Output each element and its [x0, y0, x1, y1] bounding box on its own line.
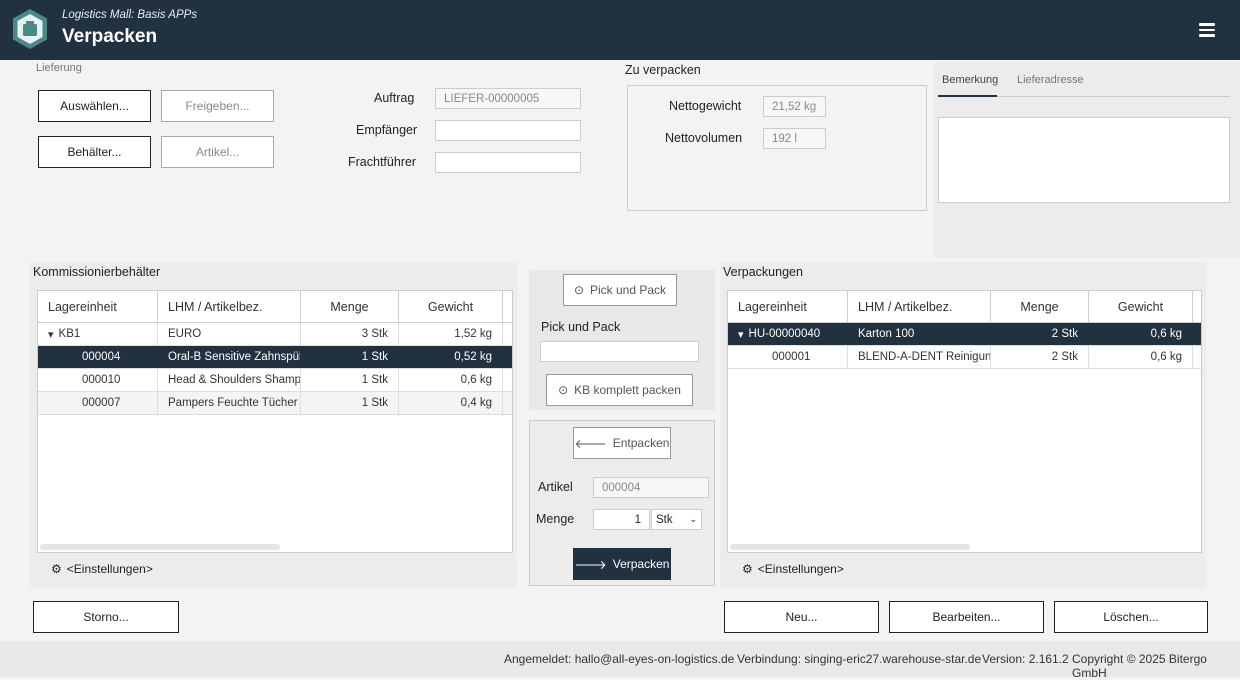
version-info: Version: 2.161.2 — [982, 652, 1069, 666]
bearbeiten-button[interactable]: Bearbeiten... — [889, 601, 1044, 633]
column-header[interactable]: Lagereinheit — [728, 291, 848, 322]
entpacken-button[interactable]: 🡐 Entpacken — [573, 427, 671, 459]
frachtfuehrer-label: Frachtführer — [348, 155, 417, 169]
auftrag-label: Auftrag — [374, 91, 415, 105]
settings-link[interactable]: ⚙ <Einstellungen> — [51, 562, 153, 576]
bemerkung-textarea[interactable] — [938, 117, 1230, 203]
table-row[interactable]: 000010 Head & Shoulders Shampoo 1 Stk 0,… — [38, 369, 512, 392]
table-row[interactable]: ▾ KB1 EURO 3 Stk 1,52 kg — [38, 323, 512, 346]
auswaehlen-button[interactable]: Auswählen... — [38, 90, 151, 122]
behaelter-button[interactable]: Behälter... — [38, 136, 151, 168]
nettovolumen-label: Nettovolumen — [665, 131, 743, 145]
settings-link[interactable]: ⚙ <Einstellungen> — [742, 562, 844, 576]
artikel-button[interactable]: Artikel... — [161, 136, 274, 168]
storno-button[interactable]: Storno... — [33, 601, 179, 633]
circle-arrow-icon: ⊙ — [573, 283, 584, 297]
active-tab-indicator — [938, 95, 997, 97]
column-header[interactable]: Gewicht — [1089, 291, 1193, 322]
kommissionierbehaelter-table: Lagereinheit LHM / Artikelbez. Menge Gew… — [37, 290, 513, 553]
nettogewicht-field: 21,52 kg — [763, 96, 826, 117]
empfaenger-label: Empfänger — [356, 123, 418, 137]
tab-divider — [997, 96, 1230, 97]
horizontal-scrollbar[interactable] — [40, 544, 280, 550]
arrow-left-icon: 🡐 — [574, 436, 607, 451]
circle-arrow-icon: ⊙ — [558, 383, 569, 397]
kommissionierbehaelter-label: Kommissionierbehälter — [33, 265, 161, 279]
chevron-down-icon: ⌄ — [689, 514, 697, 524]
connection-info: Verbindung: singing-eric27.warehouse-sta… — [737, 652, 982, 666]
kb-komplett-packen-button[interactable]: ⊙ KB komplett packen — [546, 374, 693, 406]
expand-triangle-icon[interactable]: ▾ — [738, 328, 744, 341]
column-header[interactable]: LHM / Artikelbez. — [848, 291, 991, 322]
column-header[interactable]: Menge — [301, 291, 399, 322]
column-header[interactable]: Menge — [991, 291, 1089, 322]
arrow-right-icon: 🡒 — [574, 557, 607, 572]
tab-lieferadresse[interactable]: Lieferadresse — [1017, 74, 1084, 86]
page-title: Verpacken — [62, 26, 158, 47]
auftrag-field[interactable]: LIEFER-00000005 — [435, 88, 581, 109]
verpackungen-label: Verpackungen — [723, 265, 803, 279]
verpacken-button[interactable]: 🡒 Verpacken — [573, 548, 671, 580]
lieferung-label: Lieferung — [36, 62, 82, 74]
freigeben-button[interactable]: Freigeben... — [161, 90, 274, 122]
expand-triangle-icon[interactable]: ▾ — [48, 328, 54, 341]
nettovolumen-field: 192 l — [763, 128, 826, 149]
verpackungen-table: Lagereinheit LHM / Artikelbez. Menge Gew… — [727, 290, 1202, 553]
artikel-field: 000004 — [593, 477, 709, 498]
table-row[interactable]: 000001 BLEND-A-DENT Reinigungstabletten … — [728, 346, 1201, 369]
tab-bemerkung[interactable]: Bemerkung — [942, 74, 998, 86]
column-header[interactable]: Gewicht — [399, 291, 503, 322]
unit-select[interactable]: Stk ⌄ — [651, 509, 702, 530]
nettogewicht-label: Nettogewicht — [669, 99, 742, 113]
table-row[interactable]: 000004 Oral-B Sensitive Zahnspülung 1 St… — [38, 346, 512, 369]
top-bar: Logistics Mall: Basis APPs Verpacken — [0, 0, 1240, 60]
app-logo-icon — [12, 8, 48, 50]
horizontal-scrollbar[interactable] — [730, 544, 970, 550]
logged-in-user: Angemeldet: hallo@all-eyes-on-logistics.… — [504, 652, 735, 666]
pick-und-pack-label: Pick und Pack — [541, 320, 621, 334]
copyright: Copyright © 2025 Bitergo GmbH — [1072, 652, 1207, 680]
artikel-label: Artikel — [538, 480, 573, 494]
menge-label: Menge — [536, 512, 575, 526]
table-row[interactable]: ▾ HU-00000040 Karton 100 2 Stk 0,6 kg — [728, 323, 1201, 346]
app-subtitle: Logistics Mall: Basis APPs — [62, 9, 198, 21]
menge-input[interactable]: 1 — [593, 509, 650, 530]
frachtfuehrer-field[interactable] — [435, 152, 581, 173]
table-row[interactable]: 000007 Pampers Feuchte Tücher Baby 1 Stk… — [38, 392, 512, 415]
neu-button[interactable]: Neu... — [724, 601, 879, 633]
column-header[interactable]: LHM / Artikelbez. — [158, 291, 301, 322]
pick-und-pack-button[interactable]: ⊙ Pick und Pack — [563, 274, 677, 306]
gear-icon: ⚙ — [51, 562, 62, 576]
loeschen-button[interactable]: Löschen... — [1054, 601, 1208, 633]
zu-verpacken-label: Zu verpacken — [625, 63, 701, 77]
column-header[interactable]: Lagereinheit — [38, 291, 158, 322]
table-header: Lagereinheit LHM / Artikelbez. Menge Gew… — [728, 291, 1201, 323]
pick-und-pack-input[interactable] — [540, 341, 699, 362]
empfaenger-field[interactable] — [435, 120, 581, 141]
gear-icon: ⚙ — [742, 562, 753, 576]
hamburger-menu-icon[interactable] — [1199, 23, 1215, 37]
table-header: Lagereinheit LHM / Artikelbez. Menge Gew… — [38, 291, 512, 323]
